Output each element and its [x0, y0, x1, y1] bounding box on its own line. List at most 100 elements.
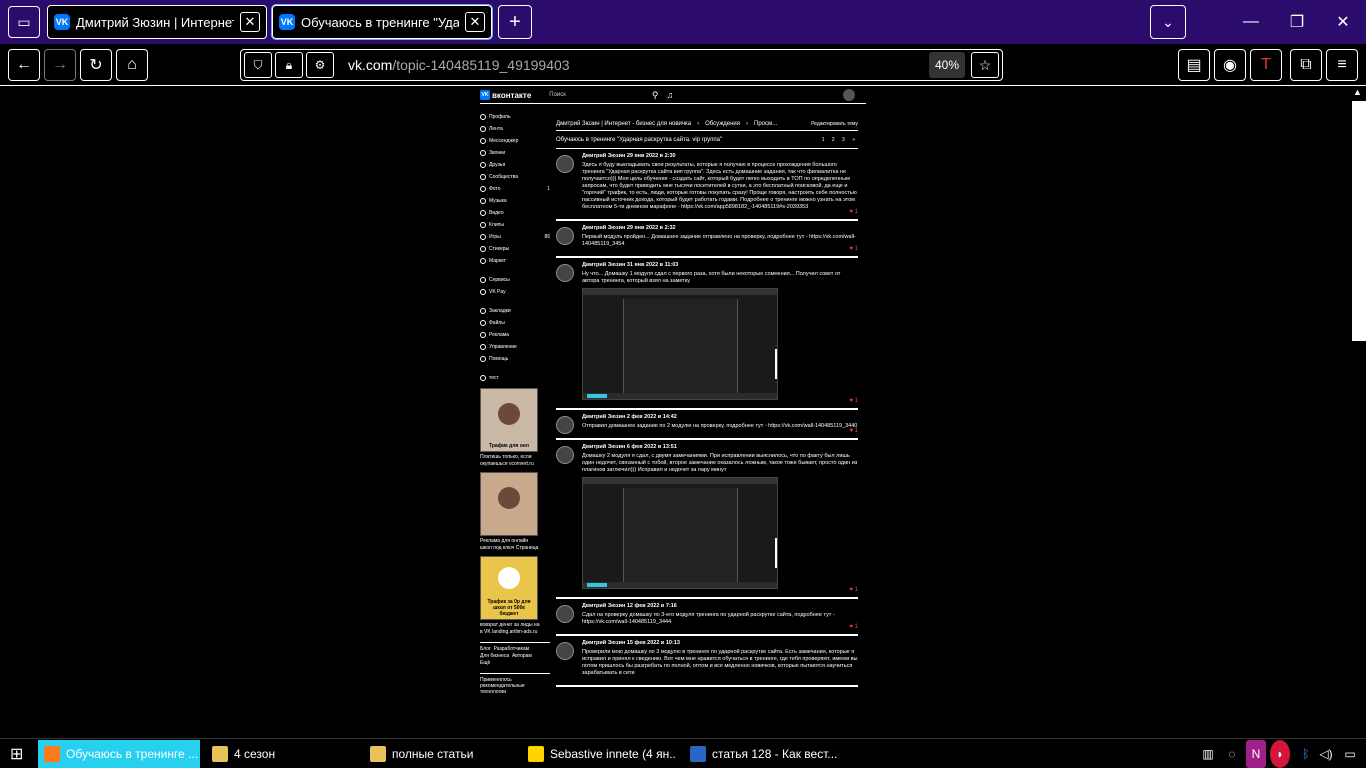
- ad-image[interactable]: Трафик за 0р для школ от 500к бюджет: [480, 556, 538, 620]
- new-tab-button[interactable]: +: [498, 5, 532, 39]
- sidebar-item[interactable]: Файлы: [480, 317, 550, 329]
- footer-link[interactable]: Разработчикам: [494, 646, 530, 652]
- tray-app-icon[interactable]: ▥: [1198, 740, 1218, 768]
- post-author[interactable]: Дмитрий Зюзин 12 фев 2022 в 7:16: [582, 603, 858, 610]
- like-button[interactable]: ♥ 1: [849, 624, 858, 631]
- sidebar-item[interactable]: Лента: [480, 123, 550, 135]
- post-author[interactable]: Дмитрий Зюзин 31 янв 2022 в 11:03: [582, 262, 858, 269]
- minimize-icon[interactable]: —: [1228, 0, 1274, 44]
- scrollbar-thumb[interactable]: [1352, 101, 1366, 341]
- back-button[interactable]: ←: [8, 49, 40, 81]
- tab-list-chevron-down-icon[interactable]: ⌄: [1150, 5, 1186, 39]
- tab-close-icon[interactable]: ✕: [240, 12, 260, 32]
- shield-icon[interactable]: ⛉: [244, 52, 272, 78]
- sidebar-item[interactable]: Игры 86: [480, 231, 550, 243]
- post-author[interactable]: Дмитрий Зюзин 6 фев 2022 в 13:51: [582, 444, 858, 451]
- lock-icon[interactable]: 🔒︎: [275, 52, 303, 78]
- sidebar-item[interactable]: Закладки: [480, 305, 550, 317]
- bluetooth-icon[interactable]: ᛒ: [1296, 740, 1316, 768]
- search-people-icon[interactable]: ⚲: [652, 90, 659, 101]
- sidebar-item[interactable]: Фото 1: [480, 183, 550, 195]
- ad-image[interactable]: [480, 472, 538, 536]
- sidebar-item[interactable]: Помощь: [480, 353, 550, 365]
- windows-start-icon[interactable]: ⊞: [4, 740, 34, 768]
- avatar[interactable]: [843, 89, 856, 101]
- footer-link[interactable]: Ещё: [480, 660, 490, 666]
- breadcrumb-discussions[interactable]: Обсуждения: [705, 121, 740, 127]
- sidebar-item[interactable]: Видео: [480, 207, 550, 219]
- footer-link[interactable]: Блог: [480, 646, 491, 652]
- notifications-icon[interactable]: ▭: [1340, 740, 1360, 768]
- sidebar-item[interactable]: Сервисы: [480, 274, 550, 286]
- post-author[interactable]: Дмитрий Зюзин 29 янв 2022 в 2:32: [582, 225, 858, 232]
- post-author[interactable]: Дмитрий Зюзин 29 янв 2022 в 2:30: [582, 153, 858, 160]
- extension-t-icon[interactable]: T: [1250, 49, 1282, 81]
- permissions-icon[interactable]: ⚙: [306, 52, 334, 78]
- post-screenshot-image[interactable]: [582, 288, 778, 400]
- reload-button[interactable]: ↻: [80, 49, 112, 81]
- sidebar-item[interactable]: Звонки: [480, 147, 550, 159]
- post-author[interactable]: Дмитрий Зюзин 15 фев 2022 в 10:13: [582, 640, 858, 647]
- tab-overview-button[interactable]: ▭: [8, 6, 40, 38]
- address-bar[interactable]: ⛉ 🔒︎ ⚙ vk.com/topic-140485119_49199403 4…: [240, 49, 1003, 81]
- tray-n-app-icon[interactable]: N: [1246, 740, 1266, 768]
- url-text[interactable]: vk.com/topic-140485119_49199403: [348, 57, 929, 73]
- menu-hamburger-icon[interactable]: ≡: [1326, 49, 1358, 81]
- zoom-level-button[interactable]: 40%: [929, 52, 965, 78]
- post-avatar[interactable]: [556, 446, 574, 464]
- extensions-puzzle-icon[interactable]: ⧉: [1290, 49, 1322, 81]
- ad-image[interactable]: Трафик для онл: [480, 388, 538, 452]
- ad-block[interactable]: Реклама для онлайн школ под ключ Страниц…: [480, 472, 540, 552]
- like-button[interactable]: ♥ 1: [849, 428, 858, 435]
- sidebar-item[interactable]: Профиль: [480, 111, 550, 123]
- bookmark-star-icon[interactable]: ☆: [971, 52, 999, 78]
- page-scrollbar[interactable]: ▲: [1350, 87, 1366, 738]
- post-avatar[interactable]: [556, 642, 574, 660]
- vk-search-input[interactable]: Поиск: [549, 92, 566, 98]
- breadcrumb-group[interactable]: Дмитрий Зюзин | Интернет - бизнес для но…: [556, 121, 691, 127]
- ad-block[interactable]: Трафик за 0р для школ от 500к бюджет вовз…: [480, 556, 540, 636]
- ad-block[interactable]: Трафик для онл Платишь только, если окупа…: [480, 388, 540, 468]
- like-button[interactable]: ♥ 1: [849, 398, 858, 405]
- taskbar-app-button[interactable]: полные статьи: [364, 740, 516, 768]
- restore-icon[interactable]: ❐: [1274, 0, 1320, 44]
- footer-link[interactable]: Авторам: [512, 653, 532, 659]
- wifi-off-icon[interactable]: ◌: [1222, 740, 1242, 768]
- post-avatar[interactable]: [556, 227, 574, 245]
- taskbar-app-button[interactable]: Обучаюсь в тренинге ...: [38, 740, 200, 768]
- post-avatar[interactable]: [556, 264, 574, 282]
- tab-close-icon[interactable]: ✕: [465, 12, 485, 32]
- sidebar-item[interactable]: Сообщества: [480, 171, 550, 183]
- sidebar-item[interactable]: Управление: [480, 341, 550, 353]
- post-author[interactable]: Дмитрий Зюзин 2 фев 2022 в 14:42: [582, 414, 858, 421]
- scroll-up-icon[interactable]: ▲: [1353, 87, 1362, 97]
- like-button[interactable]: ♥ 1: [849, 246, 858, 253]
- post-avatar[interactable]: [556, 605, 574, 623]
- sidebar-item[interactable]: Музыка: [480, 195, 550, 207]
- sidebar-item[interactable]: Друзья: [480, 159, 550, 171]
- post-avatar[interactable]: [556, 416, 574, 434]
- like-button[interactable]: ♥ 1: [849, 209, 858, 216]
- home-button[interactable]: ⌂: [116, 49, 148, 81]
- vk-logo[interactable]: VK вконтакте: [480, 90, 531, 100]
- forward-button[interactable]: →: [44, 49, 76, 81]
- volume-icon[interactable]: ◁): [1316, 740, 1336, 768]
- like-button[interactable]: ♥ 1: [849, 587, 858, 594]
- sidebar-item[interactable]: VK Pay: [480, 286, 550, 298]
- edit-topic-button[interactable]: Редактировать тему: [811, 121, 858, 127]
- account-icon[interactable]: ◉: [1214, 49, 1246, 81]
- close-window-icon[interactable]: ✕: [1320, 0, 1366, 44]
- tray-red-app-icon[interactable]: ◗: [1270, 740, 1290, 768]
- music-icon[interactable]: ♫: [667, 90, 674, 100]
- tab-1[interactable]: VK Дмитрий Зюзин | Интернет - ✕: [47, 5, 267, 39]
- sidebar-item[interactable]: Маркет: [480, 255, 550, 267]
- sidebar-item[interactable]: тест: [480, 372, 550, 384]
- taskbar-app-button[interactable]: 4 сезон: [206, 740, 358, 768]
- taskbar-app-button[interactable]: статья 128 - Как вест...: [684, 740, 864, 768]
- sidebar-item[interactable]: Стикеры: [480, 243, 550, 255]
- post-screenshot-image[interactable]: [582, 477, 778, 589]
- pagination[interactable]: 1 2 3 »: [822, 137, 858, 143]
- tab-2[interactable]: VK Обучаюсь в тренинге "Ударн ✕: [271, 4, 493, 40]
- sidebar-item[interactable]: Мессенджер: [480, 135, 550, 147]
- taskbar-app-button[interactable]: Sebastive innete (4 ян...: [522, 740, 676, 768]
